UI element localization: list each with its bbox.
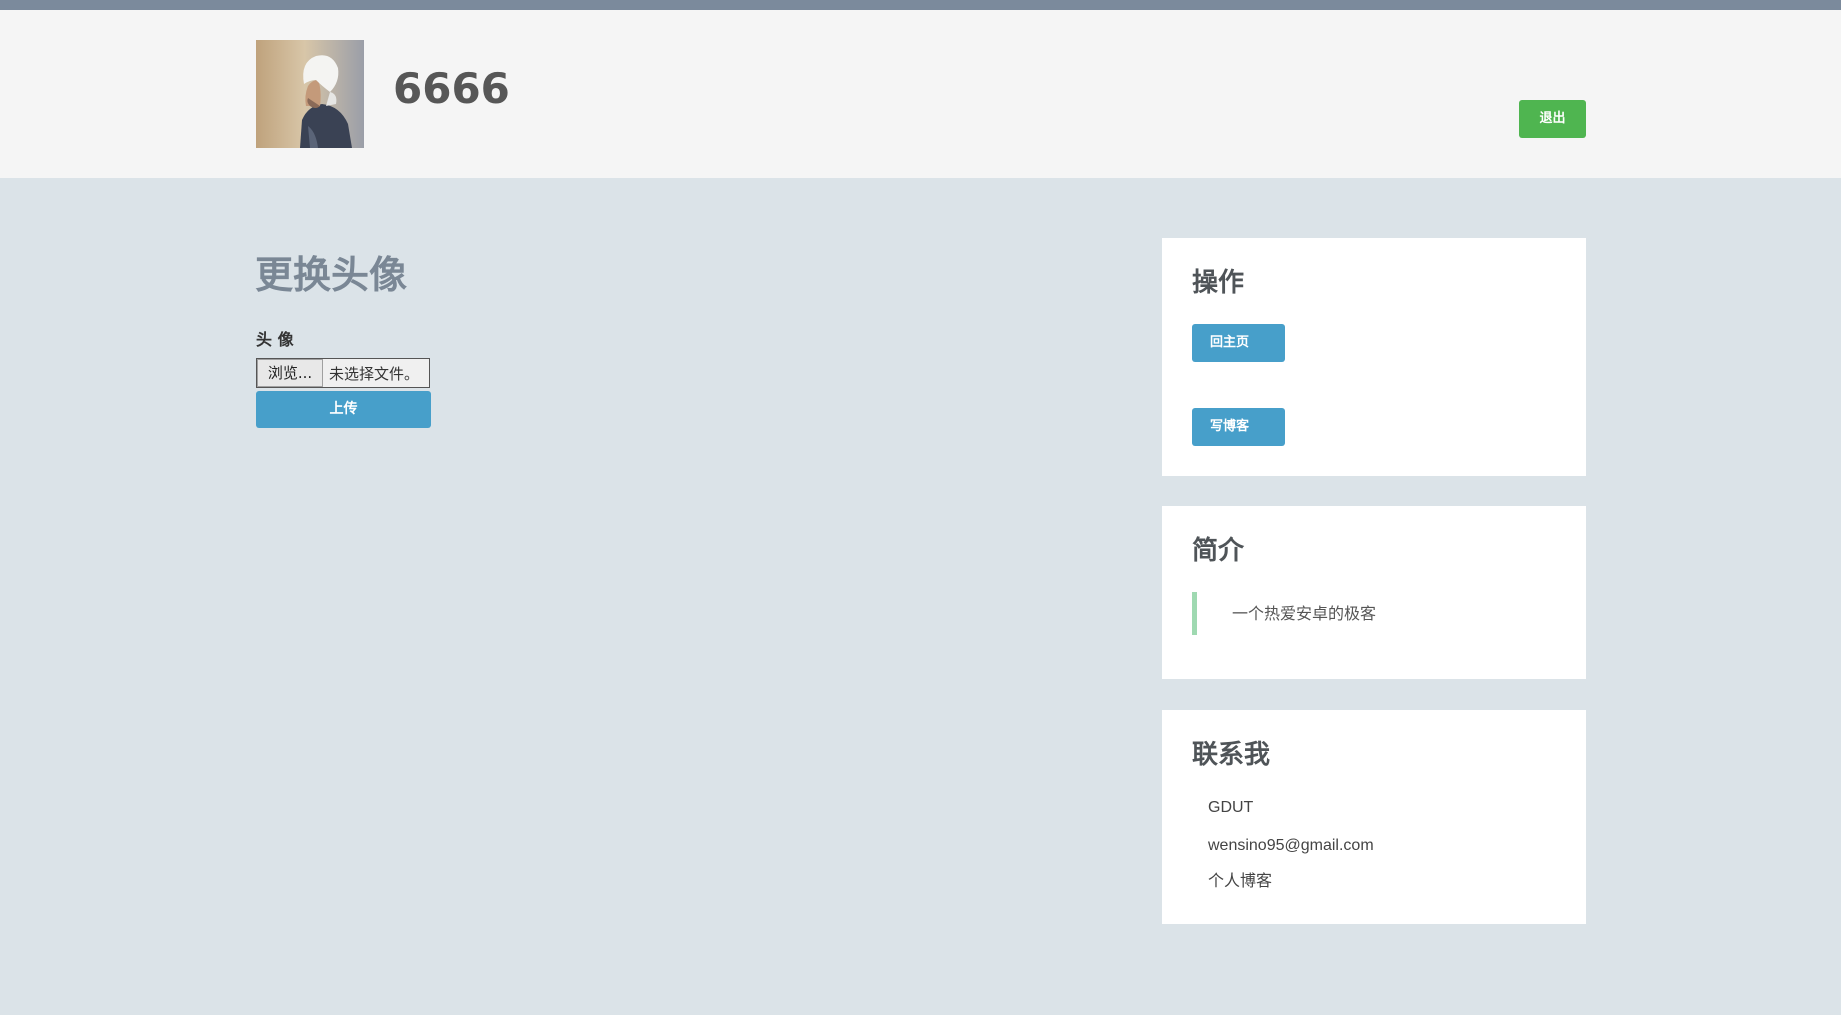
header: 6666 退出 — [0, 10, 1841, 178]
avatar-file-input[interactable]: 浏览... 未选择文件。 — [256, 358, 430, 388]
contact-school: GDUT — [1208, 799, 1254, 816]
username: 6666 — [393, 64, 510, 113]
logout-button[interactable]: 退出 — [1519, 100, 1586, 138]
write-blog-button[interactable]: 写博客 — [1192, 408, 1285, 446]
intro-card: 简介 一个热爱安卓的极客 — [1162, 506, 1586, 679]
intro-quote: 一个热爱安卓的极客 — [1192, 592, 1376, 635]
avatar-field-label: 头 像 — [256, 330, 294, 349]
home-button[interactable]: 回主页 — [1192, 324, 1285, 362]
avatar — [256, 40, 364, 148]
contact-title: 联系我 — [1192, 740, 1271, 770]
browse-button[interactable]: 浏览... — [257, 359, 323, 387]
upload-button[interactable]: 上传 — [256, 391, 431, 428]
top-strip — [0, 0, 1841, 10]
contact-card: 联系我 GDUT wensino95@gmail.com 个人博客 — [1162, 710, 1586, 924]
intro-title: 简介 — [1192, 536, 1245, 566]
operations-title: 操作 — [1192, 268, 1245, 298]
operations-card: 操作 回主页 写博客 — [1162, 238, 1586, 476]
avatar-image — [256, 40, 364, 148]
contact-email[interactable]: wensino95@gmail.com — [1208, 838, 1374, 854]
personal-blog-link[interactable]: 个人博客 — [1208, 874, 1272, 890]
file-status-text: 未选择文件。 — [329, 364, 420, 383]
page-title: 更换头像 — [255, 253, 408, 297]
